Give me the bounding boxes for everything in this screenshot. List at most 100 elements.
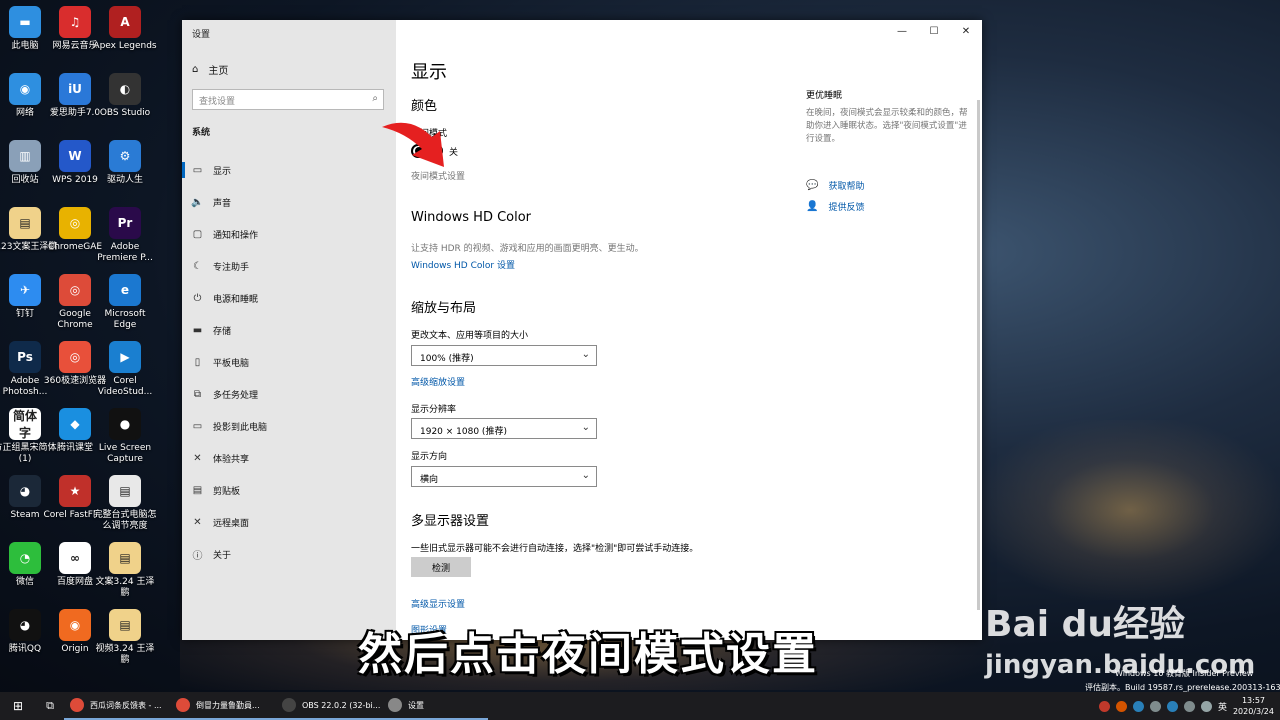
app-icon: ▤ bbox=[109, 475, 141, 507]
app-icon: ▥ bbox=[9, 140, 41, 172]
feedback-link[interactable]: 👤 提供反馈 bbox=[806, 200, 864, 213]
desktop-icon[interactable]: ◐ OBS Studio bbox=[92, 73, 158, 119]
app-icon: ◉ bbox=[9, 73, 41, 105]
sidebar-item[interactable]: ⧉ 多任务处理 bbox=[182, 379, 396, 409]
scale-value: 100% (推荐) bbox=[420, 354, 474, 364]
sidebar-item-label: 电源和睡眠 bbox=[213, 294, 259, 305]
hd-color-settings-link[interactable]: Windows HD Color 设置 bbox=[411, 258, 515, 271]
app-icon: A bbox=[109, 6, 141, 38]
hd-color-desc: 让支持 HDR 的视频、游戏和应用的画面更明亮、更生动。 bbox=[411, 244, 644, 254]
desktop-icon-label: OBS Studio bbox=[99, 108, 151, 118]
desktop-icon-label: 完整台式电脑怎么调节亮度 bbox=[93, 510, 157, 531]
orientation-dropdown[interactable]: 横向 ⌄ bbox=[411, 466, 597, 487]
sidebar-item-icon: ⏻ bbox=[193, 292, 202, 304]
taskbar-app[interactable]: 倒冒力量鲁勤員... bbox=[170, 692, 276, 720]
resolution-dropdown[interactable]: 1920 × 1080 (推荐) ⌄ bbox=[411, 418, 597, 439]
taskbar-app[interactable]: OBS 22.0.2 (32-bi... bbox=[276, 692, 382, 720]
sidebar-item[interactable]: ▭ 投影到此电脑 bbox=[182, 411, 396, 441]
tray-icon[interactable] bbox=[1166, 700, 1178, 712]
app-icon: 简体字 bbox=[9, 408, 41, 440]
app-icon: ◉ bbox=[59, 609, 91, 641]
desktop-glow-right bbox=[980, 420, 1280, 600]
taskbar-app-label: 设置 bbox=[408, 700, 424, 710]
sidebar-item[interactable]: ▤ 剪贴板 bbox=[182, 475, 396, 505]
settings-sidebar: 设置 ⌂ 主页 查找设置 ⌕ 系统 ▭ 显示 🔈 声音 ▢ 通知和操作 ☾ 专注助手 ⏻ 电源和睡… bbox=[182, 20, 396, 640]
sidebar-item-label: 多任务处理 bbox=[213, 390, 259, 401]
app-icon: ◆ bbox=[59, 408, 91, 440]
sidebar-item[interactable]: ⏻ 电源和睡眠 bbox=[182, 283, 396, 313]
tray-icon[interactable] bbox=[1149, 700, 1161, 712]
detect-button[interactable]: 检测 bbox=[411, 557, 471, 577]
taskbar-app-label: 倒冒力量鲁勤員... bbox=[196, 700, 260, 710]
close-button[interactable]: ✕ bbox=[950, 20, 982, 42]
tray-icon[interactable] bbox=[1098, 700, 1110, 712]
sidebar-item[interactable]: ▭ 显示 bbox=[182, 155, 396, 185]
nav-home-label: 主页 bbox=[208, 66, 229, 77]
scrollbar[interactable] bbox=[977, 100, 980, 610]
tray-icon[interactable] bbox=[1132, 700, 1144, 712]
sidebar-item[interactable]: ⓘ 关于 bbox=[182, 539, 396, 569]
desktop-icon[interactable]: ⚙ 驱动人生 bbox=[92, 140, 158, 186]
desktop-icon[interactable]: Pr Adobe Premiere P... bbox=[92, 207, 158, 264]
desktop-icon-label: Live Screen Capture bbox=[98, 443, 152, 464]
desktop-icon[interactable]: ● Live Screen Capture bbox=[92, 408, 158, 465]
sidebar-item-icon: ✕ bbox=[193, 452, 202, 464]
orientation-label: 显示方向 bbox=[411, 452, 448, 462]
get-help-link[interactable]: 💬 获取帮助 bbox=[806, 179, 864, 192]
scale-dropdown[interactable]: 100% (推荐) ⌄ bbox=[411, 345, 597, 366]
desktop-icon-label: 驱动人生 bbox=[106, 175, 143, 185]
sidebar-item[interactable]: 🔈 声音 bbox=[182, 187, 396, 217]
multi-display-desc: 一些旧式显示器可能不会进行自动连接，选择"检测"即可尝试手动连接。 bbox=[411, 544, 699, 554]
nav-home[interactable]: ⌂ 主页 bbox=[192, 62, 228, 77]
desktop-icon[interactable]: ▤ 视频3.24 王泽鹏 bbox=[92, 609, 158, 666]
desktop-icon[interactable]: ▤ 完整台式电脑怎么调节亮度 bbox=[92, 475, 158, 532]
app-icon: iU bbox=[59, 73, 91, 105]
sidebar-item[interactable]: ☾ 专注助手 bbox=[182, 251, 396, 281]
minimize-button[interactable]: — bbox=[886, 20, 918, 42]
sidebar-item[interactable]: ✕ 体验共享 bbox=[182, 443, 396, 473]
sidebar-item-label: 远程桌面 bbox=[213, 518, 250, 529]
tray-icon[interactable] bbox=[1200, 700, 1212, 712]
taskbar-app[interactable]: 西瓜词条反馈表 - ... bbox=[64, 692, 170, 720]
start-button[interactable]: ⊞ bbox=[0, 692, 36, 720]
sidebar-item[interactable]: ▬ 存储 bbox=[182, 315, 396, 345]
sidebar-item-label: 平板电脑 bbox=[213, 358, 250, 369]
resolution-value: 1920 × 1080 (推荐) bbox=[420, 427, 507, 437]
tray-icon[interactable] bbox=[1115, 700, 1127, 712]
advanced-display-link[interactable]: 高级显示设置 bbox=[411, 597, 465, 610]
related-panel: 更优睡眠 在晚间，夜间模式会显示较柔和的颜色，帮助你进入睡眠状态。选择"夜间模式… bbox=[806, 88, 968, 146]
search-input[interactable]: 查找设置 ⌕ bbox=[192, 89, 384, 110]
search-icon: ⌕ bbox=[372, 93, 378, 104]
taskbar-app[interactable]: 设置 bbox=[382, 692, 488, 720]
desktop-icon[interactable]: ▤ 文案3.24 王泽鹏 bbox=[92, 542, 158, 599]
sidebar-item-icon: ▬ bbox=[192, 324, 203, 336]
clock[interactable]: 13:57 2020/3/24 bbox=[1233, 695, 1274, 717]
app-icon: ● bbox=[109, 408, 141, 440]
sidebar-item[interactable]: ▯ 平板电脑 bbox=[182, 347, 396, 377]
taskbar-app-label: OBS 22.0.2 (32-bi... bbox=[302, 700, 381, 710]
app-icon bbox=[70, 698, 84, 712]
get-help-label: 获取帮助 bbox=[828, 182, 865, 192]
chat-icon: 💬 bbox=[806, 180, 819, 191]
advanced-scaling-link[interactable]: 高级缩放设置 bbox=[411, 375, 465, 388]
chevron-down-icon: ⌄ bbox=[581, 349, 590, 360]
sidebar-item[interactable]: ✕ 远程桌面 bbox=[182, 507, 396, 537]
desktop-icon[interactable]: ▶ Corel VideoStud... bbox=[92, 341, 158, 398]
app-icon: ◔ bbox=[9, 542, 41, 574]
baidu-logo: Bai du经验 bbox=[985, 604, 1186, 645]
scale-label: 更改文本、应用等项目的大小 bbox=[411, 331, 529, 341]
scale-layout-header: 缩放与布局 bbox=[411, 301, 477, 316]
maximize-button[interactable]: ☐ bbox=[918, 20, 950, 42]
desktop-icon[interactable]: A Apex Legends bbox=[92, 6, 158, 52]
multi-display-header: 多显示器设置 bbox=[411, 514, 490, 529]
clock-date: 2020/3/24 bbox=[1232, 707, 1274, 716]
red-arrow-annotation bbox=[382, 122, 444, 167]
sidebar-item-label: 显示 bbox=[213, 166, 232, 177]
app-icon: e bbox=[109, 274, 141, 306]
tray-icon[interactable] bbox=[1183, 700, 1195, 712]
sidebar-item[interactable]: ▢ 通知和操作 bbox=[182, 219, 396, 249]
ime-indicator[interactable]: 英 bbox=[1218, 700, 1227, 713]
desktop-icon[interactable]: e Microsoft Edge bbox=[92, 274, 158, 331]
person-icon: 👤 bbox=[806, 201, 819, 212]
task-view-icon[interactable]: ⧉ bbox=[36, 699, 64, 713]
